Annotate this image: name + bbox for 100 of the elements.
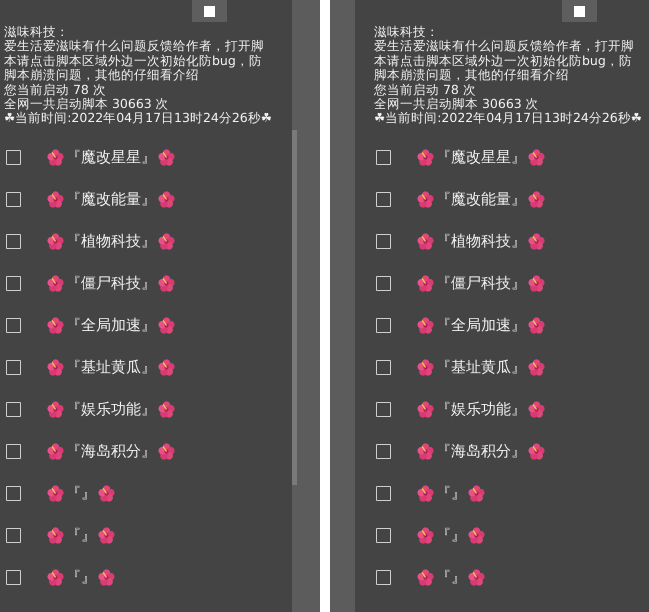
checkbox[interactable] <box>6 318 21 334</box>
hibiscus-icon <box>98 527 115 544</box>
info-text: 爱生活爱滋味有什么问题反馈给作者，打开脚本请点击脚本区域外边一次初始化防bug，防脚本崩溃问题，其他的仔细看介绍 <box>4 39 265 83</box>
hibiscus-icon <box>417 359 434 376</box>
hibiscus-icon <box>468 485 485 502</box>
option-label: 『海岛积分』 <box>436 442 526 462</box>
hibiscus-icon <box>528 359 545 376</box>
checkbox[interactable] <box>6 150 21 166</box>
hibiscus-icon <box>158 359 175 376</box>
hibiscus-icon <box>528 401 545 418</box>
checkbox[interactable] <box>376 402 391 418</box>
checkbox[interactable] <box>6 192 21 208</box>
option-label: 『基址黄瓜』 <box>436 358 526 378</box>
option-label: 『』 <box>436 526 466 546</box>
hibiscus-icon <box>528 191 545 208</box>
hibiscus-icon <box>468 527 485 544</box>
hibiscus-icon <box>47 527 64 544</box>
hibiscus-icon <box>417 317 434 334</box>
hibiscus-icon <box>417 569 434 586</box>
option-label: 『』 <box>66 526 96 546</box>
hibiscus-icon <box>47 191 64 208</box>
hibiscus-icon <box>528 275 545 292</box>
checkbox[interactable] <box>376 570 391 586</box>
hibiscus-icon <box>98 485 115 502</box>
option-label: 『魔改星星』 <box>436 148 526 168</box>
hibiscus-icon <box>528 233 545 250</box>
hibiscus-icon <box>528 317 545 334</box>
toggle-button[interactable] <box>562 0 597 22</box>
checkbox[interactable] <box>376 318 391 334</box>
checkbox[interactable] <box>6 276 21 292</box>
hibiscus-icon <box>47 149 64 166</box>
info-text: 您当前启动 78 次 <box>4 82 107 98</box>
option-label: 『僵尸科技』 <box>436 274 526 294</box>
option-label: 『植物科技』 <box>436 232 526 252</box>
option-label: 『魔改星星』 <box>66 148 156 168</box>
hibiscus-icon <box>158 275 175 292</box>
checkbox[interactable] <box>6 570 21 586</box>
hibiscus-icon <box>98 569 115 586</box>
option-label: 『基址黄瓜』 <box>66 358 156 378</box>
checkbox[interactable] <box>376 486 391 502</box>
info-text: 滋味科技： <box>374 25 440 40</box>
option-label: 『魔改能量』 <box>436 190 526 210</box>
checkbox[interactable] <box>6 486 21 502</box>
square-icon <box>574 6 585 16</box>
checkbox[interactable] <box>6 402 21 418</box>
hibiscus-icon <box>47 569 64 586</box>
checkbox[interactable] <box>376 192 391 208</box>
hibiscus-icon <box>158 443 175 460</box>
hibiscus-icon <box>417 443 434 460</box>
hibiscus-icon <box>417 233 434 250</box>
hibiscus-icon <box>417 485 434 502</box>
info-text: ☘当前时间:2022年04月17日13时24分26秒☘ <box>374 111 643 126</box>
hibiscus-icon <box>158 317 175 334</box>
option-label: 『全局加速』 <box>66 316 156 336</box>
option-label: 『娱乐功能』 <box>66 400 156 420</box>
checkbox[interactable] <box>376 444 391 460</box>
option-label: 『』 <box>436 484 466 504</box>
hibiscus-icon <box>47 275 64 292</box>
option-label: 『』 <box>66 568 96 588</box>
option-label: 『』 <box>66 484 96 504</box>
hibiscus-icon <box>47 359 64 376</box>
checkbox[interactable] <box>6 234 21 250</box>
hibiscus-icon <box>417 191 434 208</box>
hibiscus-icon <box>528 149 545 166</box>
checkbox[interactable] <box>6 444 21 460</box>
checkbox[interactable] <box>376 276 391 292</box>
hibiscus-icon <box>468 569 485 586</box>
hibiscus-icon <box>417 401 434 418</box>
checkbox[interactable] <box>376 528 391 544</box>
option-label: 『娱乐功能』 <box>436 400 526 420</box>
info-text: 您当前启动 78 次 <box>374 82 477 98</box>
info-text: 爱生活爱滋味有什么问题反馈给作者，打开脚本请点击脚本区域外边一次初始化防bug，防脚本崩溃问题，其他的仔细看介绍 <box>374 39 635 83</box>
option-label: 『僵尸科技』 <box>66 274 156 294</box>
option-label: 『』 <box>436 568 466 588</box>
checkbox[interactable] <box>376 234 391 250</box>
option-label: 『海岛积分』 <box>66 442 156 462</box>
hibiscus-icon <box>47 485 64 502</box>
hibiscus-icon <box>417 149 434 166</box>
info-text: 滋味科技： <box>4 25 70 40</box>
option-label: 『植物科技』 <box>66 232 156 252</box>
scrollbar-thumb[interactable] <box>292 130 297 485</box>
hibiscus-icon <box>47 443 64 460</box>
hibiscus-icon <box>158 401 175 418</box>
checkbox[interactable] <box>6 528 21 544</box>
hibiscus-icon <box>417 275 434 292</box>
hibiscus-icon <box>158 233 175 250</box>
hibiscus-icon <box>158 149 175 166</box>
hibiscus-icon <box>528 443 545 460</box>
hibiscus-icon <box>417 527 434 544</box>
option-label: 『全局加速』 <box>436 316 526 336</box>
hibiscus-icon <box>47 233 64 250</box>
checkbox[interactable] <box>376 150 391 166</box>
hibiscus-icon <box>47 401 64 418</box>
info-text: 全网一共启动脚本 30663 次 <box>4 97 170 112</box>
toggle-button[interactable] <box>192 0 227 22</box>
info-text: ☘当前时间:2022年04月17日13时24分26秒☘ <box>4 111 273 126</box>
checkbox[interactable] <box>6 360 21 376</box>
info-text: 全网一共启动脚本 30663 次 <box>374 97 540 112</box>
checkbox[interactable] <box>376 360 391 376</box>
hibiscus-icon <box>47 317 64 334</box>
